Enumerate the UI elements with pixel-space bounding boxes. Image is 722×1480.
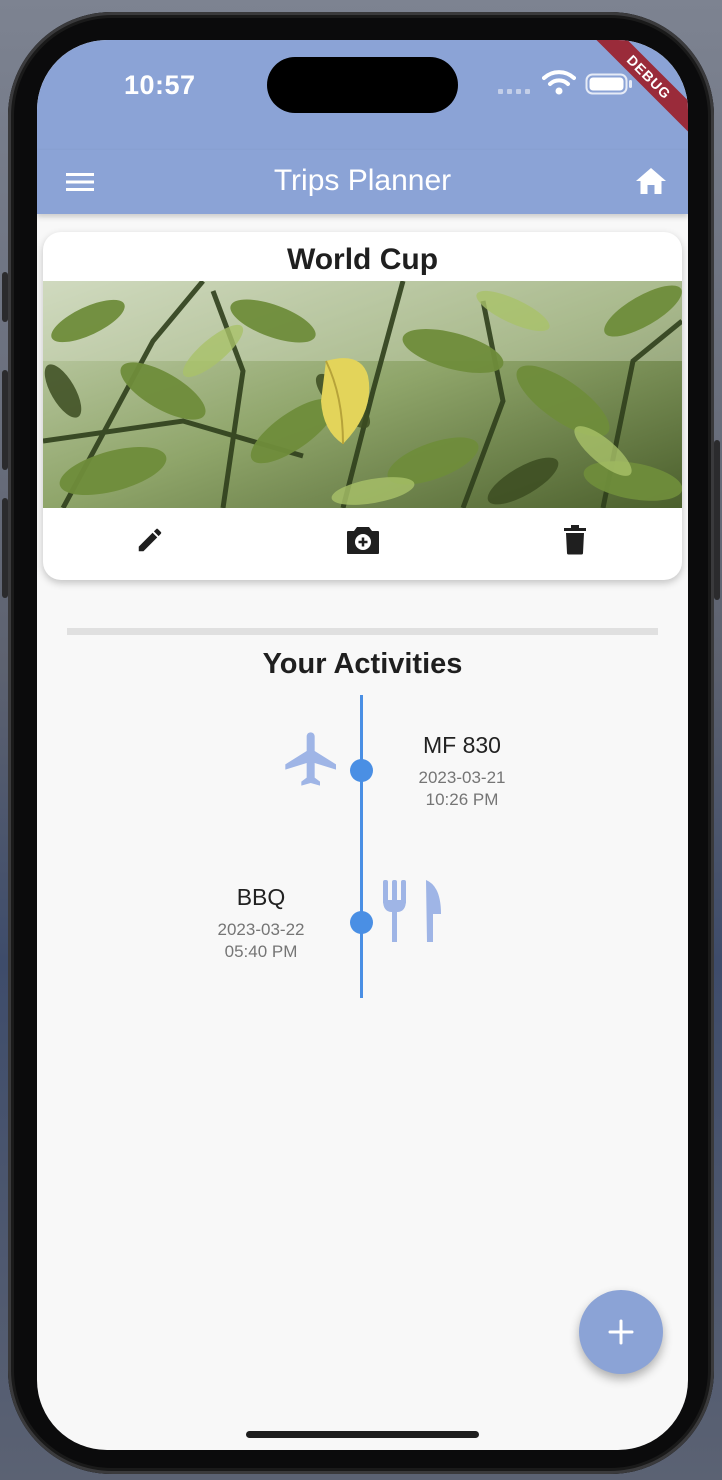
app-title: Trips Planner bbox=[273, 164, 452, 197]
activity-date: 2023-03-21 bbox=[418, 768, 506, 787]
wifi-icon bbox=[542, 70, 576, 95]
activity-time: 10:26 PM bbox=[425, 790, 499, 809]
trip-photo bbox=[43, 281, 682, 508]
battery-icon bbox=[585, 73, 632, 95]
camera-icon[interactable] bbox=[346, 525, 380, 555]
activity-title: BBQ bbox=[236, 884, 286, 910]
side-button-power bbox=[714, 440, 720, 600]
add-activity-fab[interactable] bbox=[579, 1290, 663, 1374]
dynamic-island bbox=[267, 57, 458, 113]
cellular-signal-icon bbox=[498, 88, 534, 94]
activity-time: 05:40 PM bbox=[224, 942, 298, 961]
side-button-volume-up bbox=[2, 370, 8, 470]
trip-card[interactable]: World Cup bbox=[43, 232, 682, 580]
status-time: 10:57 bbox=[124, 70, 196, 100]
trash-icon[interactable] bbox=[562, 525, 588, 555]
trip-title: World Cup bbox=[286, 243, 439, 276]
screen: 10:57 DEBUG Trips Planner World Cup Your… bbox=[37, 40, 688, 1450]
home-indicator bbox=[246, 1431, 479, 1438]
app-bar: Trips Planner bbox=[37, 150, 688, 214]
timeline-dot bbox=[350, 911, 373, 934]
restaurant-icon bbox=[383, 880, 441, 942]
airplane-icon bbox=[285, 732, 336, 786]
home-icon[interactable] bbox=[635, 167, 667, 195]
edit-pencil-icon[interactable] bbox=[135, 525, 165, 555]
timeline-line bbox=[360, 695, 363, 998]
plus-icon bbox=[608, 1319, 634, 1345]
activity-title: MF 830 bbox=[423, 732, 501, 758]
section-divider bbox=[67, 628, 658, 635]
timeline-dot bbox=[350, 759, 373, 782]
side-button-silent bbox=[2, 272, 8, 322]
side-button-volume-down bbox=[2, 498, 8, 598]
activities-heading: Your Activities bbox=[262, 648, 463, 680]
status-bar: 10:57 DEBUG bbox=[37, 40, 688, 150]
activity-date: 2023-03-22 bbox=[217, 920, 305, 939]
